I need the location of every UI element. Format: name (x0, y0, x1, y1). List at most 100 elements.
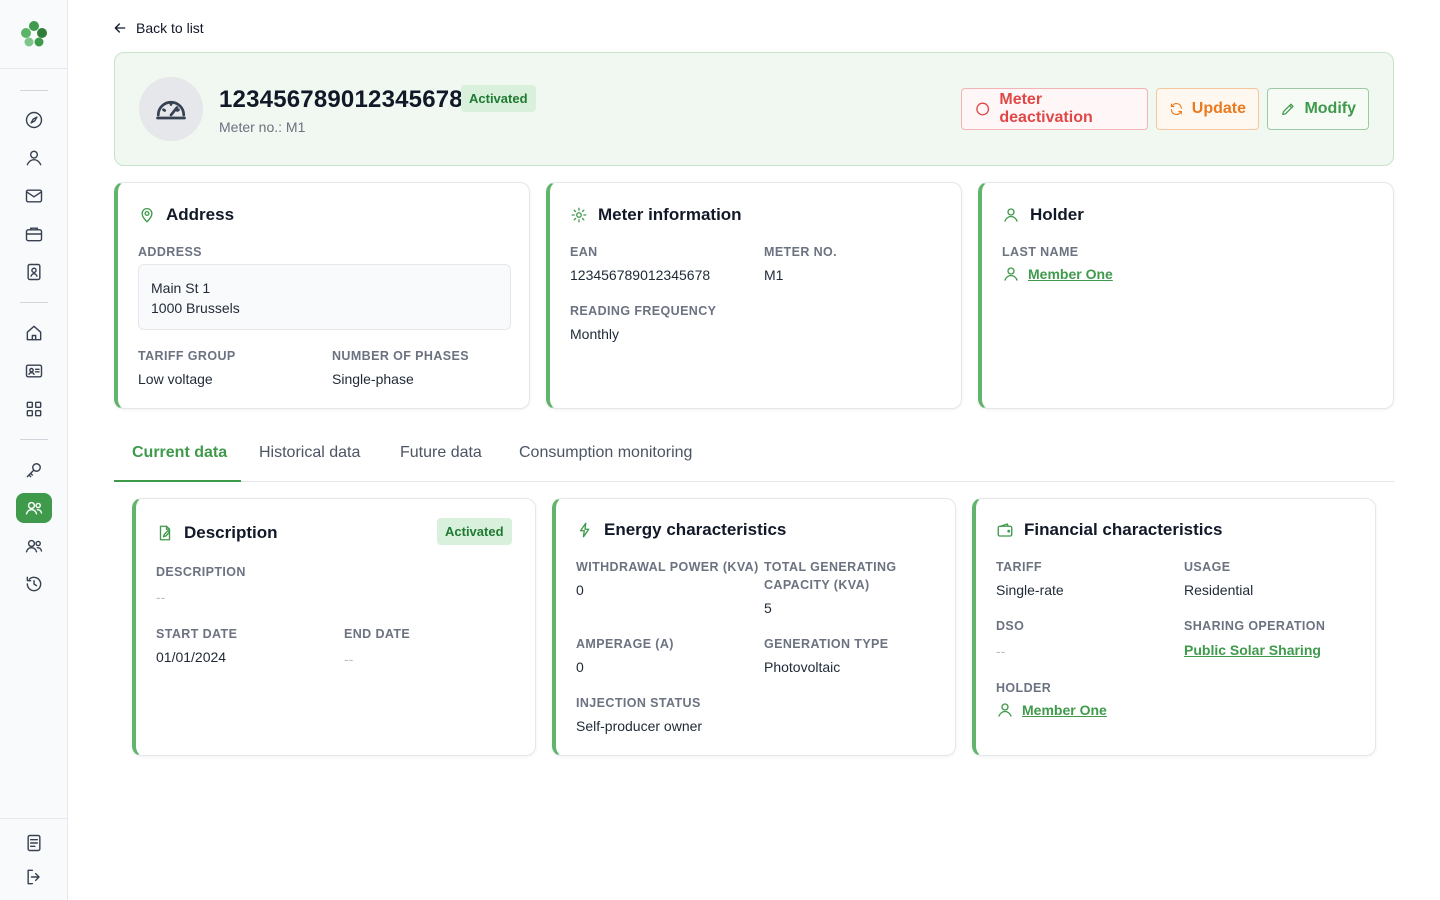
energy-title-text: Energy characteristics (604, 520, 787, 539)
holder-title: Holder (1002, 205, 1084, 225)
dso-label: DSO (996, 619, 1025, 633)
meter-title: 123456789012345678 (219, 86, 463, 113)
end-date-value: -- (344, 651, 354, 667)
usage-value: Residential (1184, 582, 1254, 598)
data-tabs: Current data Historical data Future data… (114, 434, 1394, 482)
description-label: DESCRIPTION (156, 565, 246, 579)
holder-label: HOLDER (996, 681, 1052, 695)
wallet-icon (997, 523, 1013, 537)
meter-info-title: Meter information (570, 205, 742, 225)
tab-current-data[interactable]: Current data (132, 444, 227, 462)
generation-type-value: Photovoltaic (764, 659, 841, 675)
sidebar-divider (0, 68, 68, 69)
withdrawal-power-label: WITHDRAWAL POWER (KVA) (576, 560, 759, 574)
description-title: Description (156, 523, 278, 543)
users-icon[interactable] (16, 493, 52, 523)
contact-card-icon[interactable] (22, 260, 46, 284)
tariff-label: TARIFF (996, 560, 1042, 574)
tab-future-data[interactable]: Future data (400, 444, 482, 462)
document-icon[interactable] (22, 831, 46, 855)
description-status-badge: Activated (437, 518, 512, 545)
arrow-left-icon (114, 23, 126, 33)
meter-deactivation-button[interactable]: Meter deactivation (961, 88, 1148, 130)
sidebar-divider (20, 90, 48, 91)
dso-value: -- (996, 643, 1006, 659)
reading-frequency-value: Monthly (570, 326, 620, 342)
sharing-operation-label: SHARING OPERATION (1184, 619, 1326, 633)
briefcase-icon[interactable] (22, 222, 46, 246)
address-value-box: Main St 1 1000 Brussels (138, 264, 511, 330)
holder-title-text: Holder (1030, 205, 1084, 224)
user-icon (1004, 208, 1018, 222)
reading-frequency-label: READING FREQUENCY (570, 304, 717, 318)
id-card-icon[interactable] (22, 359, 46, 383)
app-logo-icon[interactable] (18, 18, 50, 48)
last-name-label: LAST NAME (1002, 245, 1079, 259)
address-line-2: 1000 Brussels (151, 300, 240, 316)
modify-button[interactable]: Modify (1267, 88, 1369, 130)
tariff-value: Single-rate (996, 582, 1064, 598)
meter-avatar (139, 77, 203, 141)
mail-icon[interactable] (22, 184, 46, 208)
update-label: Update (1191, 100, 1246, 117)
financial-holder-link[interactable]: Member One (996, 701, 1107, 719)
meter-deactivation-label: Meter deactivation (999, 91, 1093, 126)
key-icon[interactable] (22, 458, 46, 482)
meter-info-title-text: Meter information (598, 205, 742, 224)
ean-label: EAN (570, 245, 598, 259)
pencil-icon (1282, 103, 1294, 116)
active-tab-indicator (114, 480, 241, 482)
update-button[interactable]: Update (1156, 88, 1259, 130)
holder-member-link[interactable]: Member One (1002, 265, 1113, 283)
circle-icon (976, 102, 990, 116)
end-date-label: END DATE (344, 627, 411, 641)
grid-icon[interactable] (22, 397, 46, 421)
home-icon[interactable] (22, 321, 46, 345)
back-to-list-link[interactable]: Back to list (112, 20, 204, 36)
start-date-label: START DATE (156, 627, 238, 641)
injection-status-value: Self-producer owner (576, 718, 703, 734)
map-pin-icon (141, 208, 153, 223)
generating-capacity-label-line-1: TOTAL GENERATING (764, 560, 897, 574)
status-badge: Activated (461, 85, 536, 112)
generation-type-label: GENERATION TYPE (764, 637, 889, 651)
logout-icon[interactable] (22, 865, 46, 889)
gear-icon (571, 207, 587, 223)
meter-information-card: Meter information EAN 123456789012345678… (546, 182, 962, 409)
start-date-value: 01/01/2024 (156, 649, 227, 665)
energy-title: Energy characteristics (576, 520, 786, 540)
modify-label: Modify (1304, 100, 1356, 117)
energy-characteristics-card: Energy characteristics WITHDRAWAL POWER … (552, 498, 956, 756)
financial-title: Financial characteristics (996, 520, 1222, 540)
user-icon (998, 703, 1012, 717)
lightning-icon (579, 522, 590, 538)
address-line-1: Main St 1 (151, 280, 211, 296)
holder-member-name: Member One (1028, 266, 1113, 282)
gauge-icon (156, 100, 186, 120)
address-label: ADDRESS (138, 245, 202, 259)
ean-value: 123456789012345678 (570, 267, 711, 283)
description-title-text: Description (184, 523, 278, 542)
back-label: Back to list (136, 20, 204, 36)
tab-consumption-monitoring[interactable]: Consumption monitoring (519, 444, 692, 462)
history-icon[interactable] (22, 572, 46, 596)
financial-title-text: Financial characteristics (1024, 520, 1223, 539)
sidebar-divider (20, 439, 48, 440)
sharing-operation-link[interactable]: Public Solar Sharing (1184, 642, 1321, 658)
usage-label: USAGE (1184, 560, 1231, 574)
address-card: Address ADDRESS Main St 1 1000 Brussels … (114, 182, 530, 409)
meter-header: 123456789012345678 Activated Meter no.: … (114, 52, 1394, 166)
user-icon[interactable] (22, 146, 46, 170)
financial-holder-name: Member One (1022, 702, 1107, 718)
tab-historical-data[interactable]: Historical data (259, 444, 360, 462)
amperage-label: AMPERAGE (A) (576, 637, 674, 651)
financial-characteristics-card: Financial characteristics TARIFF Single-… (972, 498, 1376, 756)
group-icon[interactable] (22, 534, 46, 558)
refresh-icon (1170, 103, 1182, 115)
tariff-group-label: TARIFF GROUP (138, 349, 236, 363)
compass-icon[interactable] (22, 108, 46, 132)
meter-no-value: M1 (764, 267, 784, 283)
sidebar-divider (0, 818, 68, 819)
meter-subtitle: Meter no.: M1 (219, 119, 306, 135)
phases-label: NUMBER OF PHASES (332, 349, 469, 363)
